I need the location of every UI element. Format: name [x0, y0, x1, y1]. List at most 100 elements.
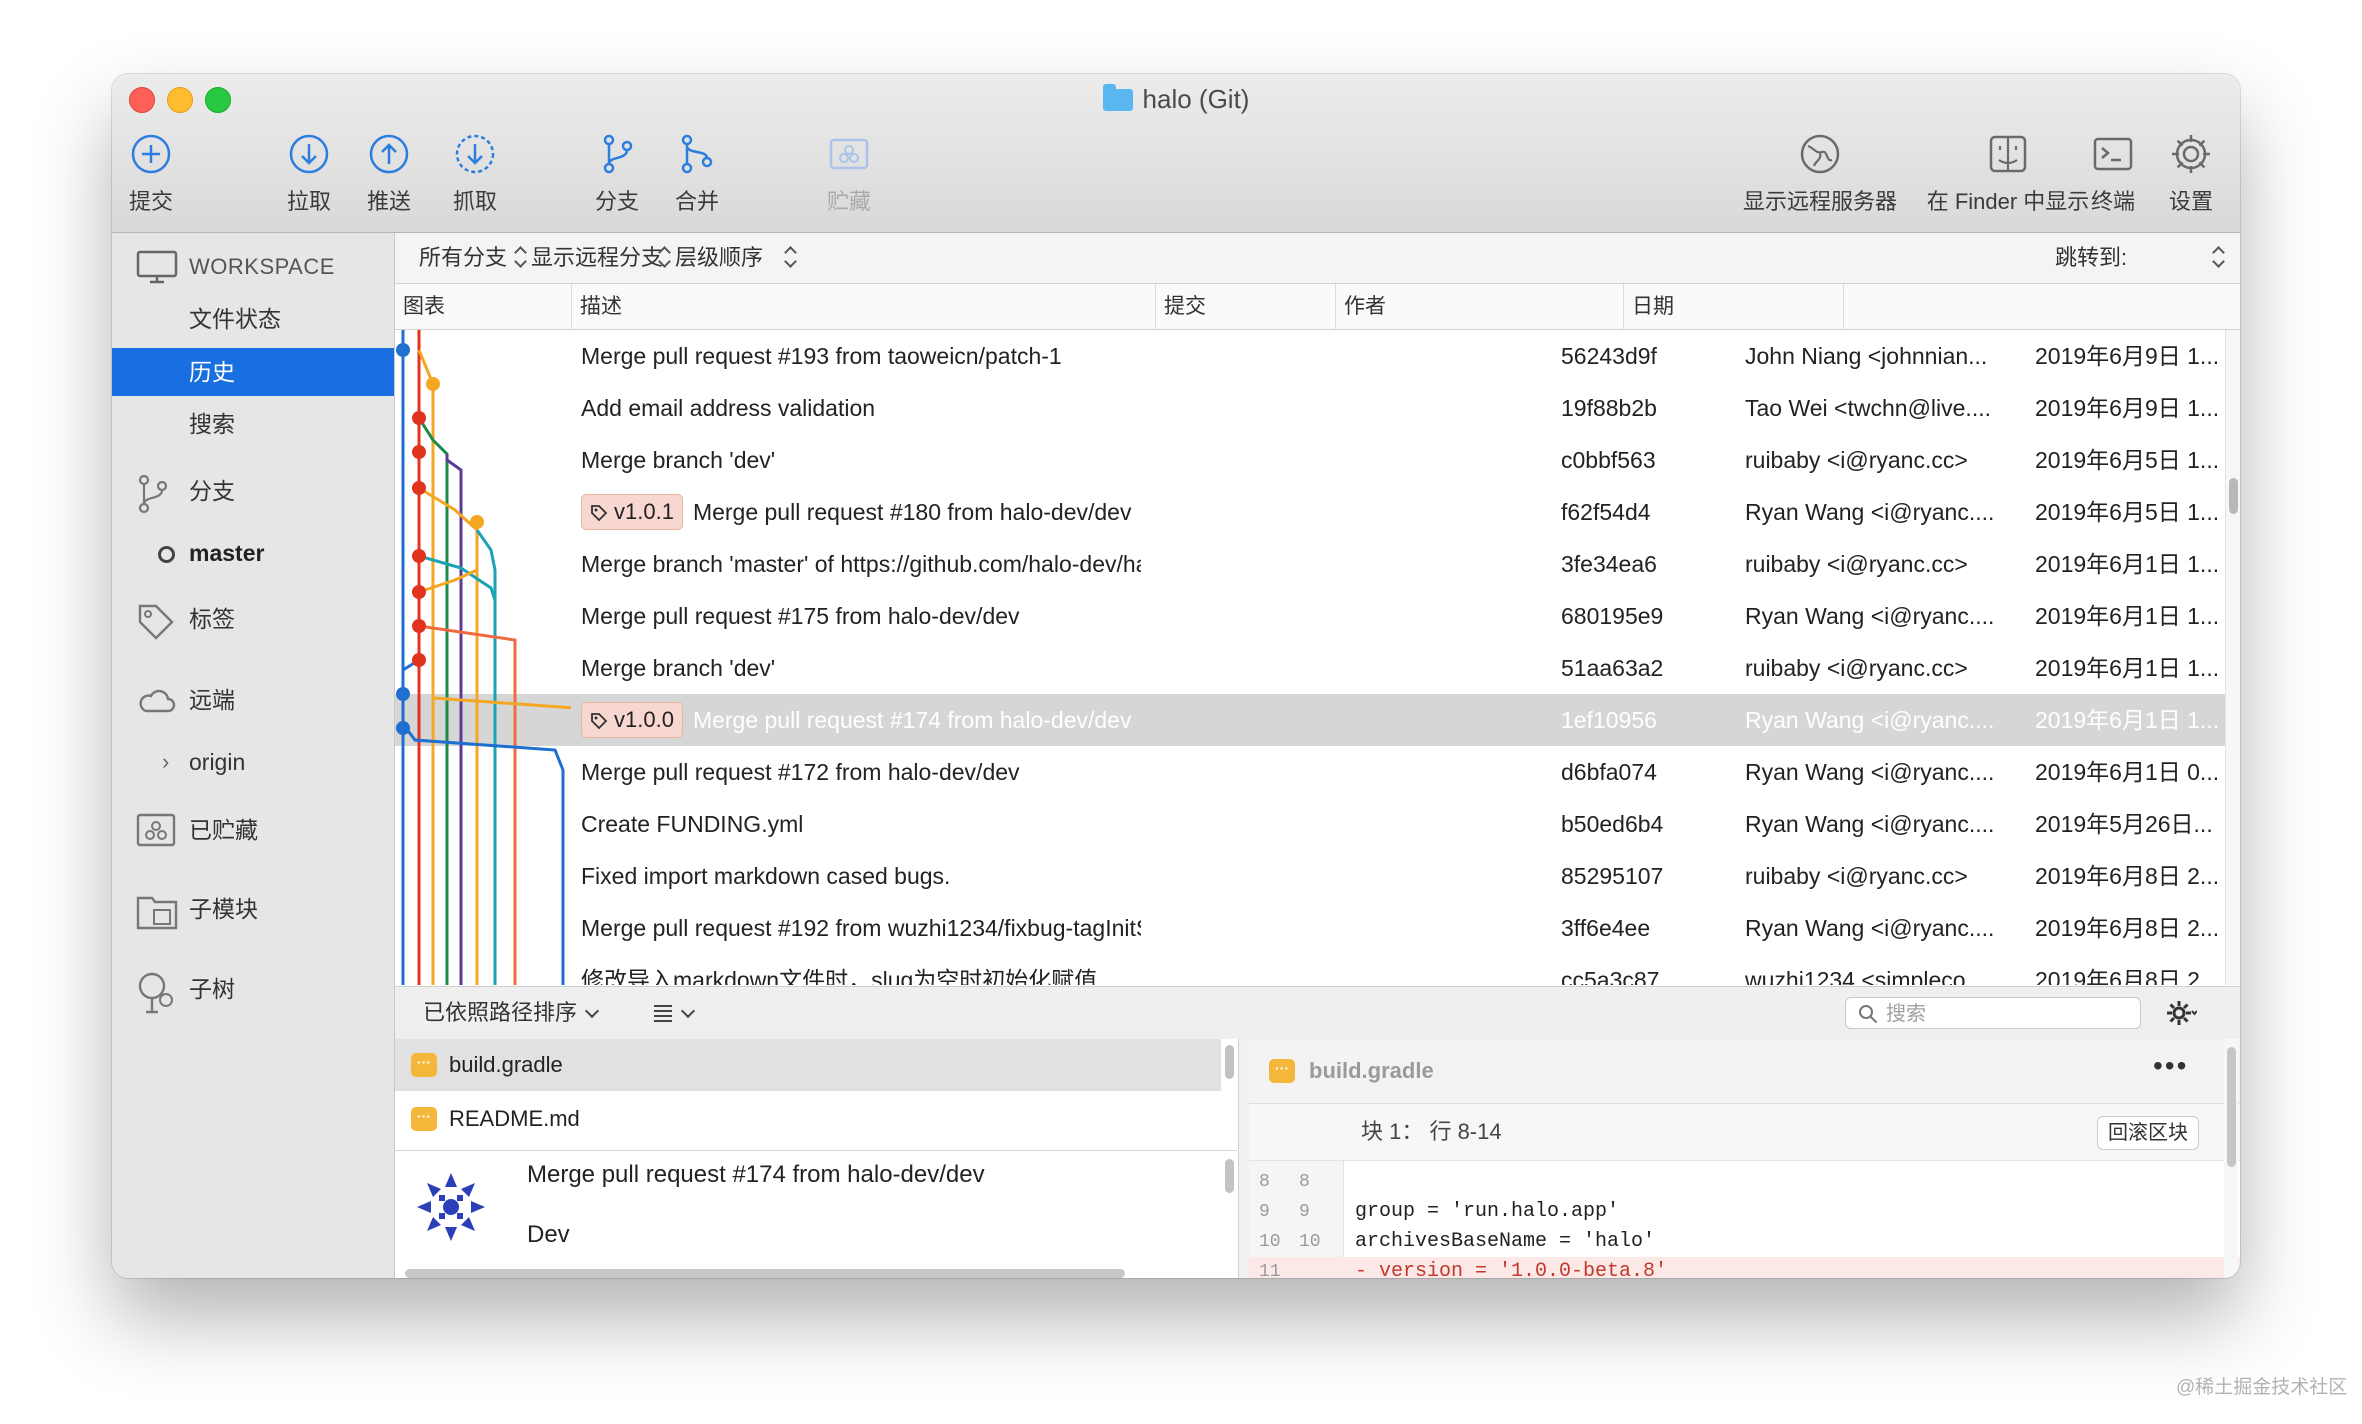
commit-author: Ryan Wang <i@ryanc.... [1745, 499, 1995, 525]
sidebar-item-history[interactable]: 历史 [112, 348, 394, 396]
file-options-menu[interactable] [2167, 999, 2198, 1032]
message-horizontal-scrollbar[interactable] [405, 1269, 1125, 1278]
remote-filter-chevron-icon[interactable] [659, 245, 671, 271]
sidebar-item-search[interactable]: 搜索 [112, 400, 394, 448]
commit-row[interactable]: Add email address validation 19f88b2b Tao … [395, 382, 2225, 434]
list-icon [654, 1005, 672, 1022]
commit-date: 2019年6月8日 2... [2035, 967, 2220, 985]
merge-icon [681, 134, 713, 174]
sidebar-subtrees-header[interactable]: 子树 [112, 965, 394, 1014]
commit-row[interactable]: Merge branch 'master' of https://github.… [395, 538, 2225, 590]
commit-row[interactable]: Merge pull request #172 from halo-dev/de… [395, 746, 2225, 798]
stash-icon [829, 138, 869, 170]
diff-line: 88 [1249, 1167, 2240, 1197]
commit-node [412, 585, 426, 599]
column-author[interactable]: 作者 [1335, 284, 1623, 329]
jump-to-select[interactable]: 跳转到: [2055, 233, 2127, 283]
commit-node [396, 721, 410, 735]
order-chevron-icon[interactable] [785, 245, 797, 271]
diff-panel: ··· build.gradle ••• 块 1： 行 8-14 回滚区块 88… [1249, 1039, 2240, 1278]
sidebar-tags-header[interactable]: 标签 [112, 595, 394, 643]
branch-button[interactable]: 分支 [572, 132, 662, 216]
commit-hash: d6bfa074 [1561, 759, 1657, 785]
commit-description: Merge pull request #175 from halo-dev/de… [581, 603, 1020, 629]
changed-files-panel: ··· build.gradle ··· README.md Merge pul… [395, 1039, 1301, 1278]
file-row-build-gradle[interactable]: ··· build.gradle [395, 1039, 1221, 1091]
file-search-input[interactable]: 搜索 [1845, 997, 2141, 1029]
commit-hash: 19f88b2b [1561, 395, 1657, 421]
commit-row[interactable]: Merge pull request #175 from halo-dev/de… [395, 590, 2225, 642]
tag-badge[interactable]: v1.0.1 [581, 493, 683, 530]
sidebar-remotes-header[interactable]: 远端 [112, 676, 394, 724]
order-select[interactable]: 层级顺序 [675, 233, 763, 283]
commit-date: 2019年6月9日 1... [2035, 395, 2220, 421]
commit-row[interactable]: Merge pull request #192 from wuzhi1234/f… [395, 902, 2225, 954]
column-date[interactable]: 日期 [1623, 284, 1843, 329]
sidebar-item-file-status[interactable]: 文件状态 [112, 295, 394, 343]
commit-row[interactable]: Merge branch 'dev' c0bbf563 ruibaby <i@rya… [395, 434, 2225, 486]
commit-row[interactable]: 修改导入markdown文件时，slug为空时初始化赋值 cc5a3c87 wuzh… [395, 954, 2225, 985]
subtree-icon [138, 972, 173, 1014]
commit-node [412, 481, 426, 495]
file-toolbar: 已依照路径排序 搜索 [395, 986, 2240, 1040]
commit-row[interactable]: Create FUNDING.yml b50ed6b4 Ryan Wang <i@r… [395, 798, 2225, 850]
commit-row[interactable]: Fixed import markdown cased bugs. 8529510… [395, 850, 2225, 902]
commit-row[interactable]: v1.0.1 Merge pull request #180 from halo-… [395, 486, 2225, 538]
commit-row[interactable]: Merge branch 'dev' 51aa63a2 ruibaby <i@rya… [395, 642, 2225, 694]
commit-row[interactable]: Merge pull request #193 from taoweicn/pa… [395, 330, 2225, 382]
commit-date: 2019年6月1日 0... [2035, 759, 2220, 785]
file-list-scrollbar[interactable] [1223, 1039, 1237, 1149]
file-list-scroll-thumb[interactable] [1225, 1045, 1234, 1079]
commit-hash: 51aa63a2 [1561, 655, 1664, 681]
sidebar-item-master[interactable]: master [112, 529, 394, 577]
tag-badge[interactable]: v1.0.0 [581, 701, 683, 738]
commit-list-scrollbar[interactable] [2225, 330, 2240, 985]
diff-scrollbar[interactable] [2224, 1039, 2238, 1278]
old-line-number: 10 [1259, 1232, 1281, 1252]
column-description[interactable]: 描述 [571, 284, 1155, 329]
sidebar-submodules-header[interactable]: 子模块 [112, 885, 394, 933]
pull-button[interactable]: 拉取 [264, 132, 354, 216]
column-commit[interactable]: 提交 [1155, 284, 1335, 329]
settings-button[interactable]: 设置 [2146, 132, 2236, 216]
code-text: archivesBaseName = 'halo' [1355, 1230, 1656, 1253]
stash-icon [136, 813, 176, 847]
fetch-button[interactable]: 抓取 [430, 132, 520, 216]
terminal-button[interactable]: 终端 [2068, 132, 2158, 216]
show-remote-button[interactable]: 显示远程服务器 [1730, 132, 1910, 216]
push-button[interactable]: 推送 [344, 132, 434, 216]
file-row-readme[interactable]: ··· README.md [395, 1093, 1221, 1145]
branch-filter-chevron-icon[interactable] [515, 245, 527, 271]
diff-scroll-thumb[interactable] [2227, 1047, 2236, 1167]
commit-hash: 3fe34ea6 [1561, 551, 1657, 577]
new-line-number: 10 [1299, 1232, 1321, 1252]
commit-node [412, 411, 426, 425]
commit-button[interactable]: 提交 [112, 132, 196, 216]
sidebar-stashes-header[interactable]: 已贮藏 [112, 806, 394, 854]
stash-button[interactable]: 贮藏 [804, 132, 894, 216]
commit-hash: b50ed6b4 [1561, 811, 1664, 837]
chevron-right-icon[interactable]: › [162, 738, 169, 786]
revert-hunk-button[interactable]: 回滚区块 [2097, 1116, 2199, 1150]
commit-list-scroll-thumb[interactable] [2229, 478, 2238, 514]
branch-icon [138, 474, 168, 514]
commit-row[interactable]: v1.0.0 Merge pull request #174 from halo-… [395, 694, 2225, 746]
gear-icon [2172, 135, 2210, 173]
modified-file-icon: ··· [411, 1107, 437, 1131]
jump-to-chevron-icon[interactable] [2213, 245, 2225, 271]
branch-filter-select[interactable]: 所有分支 [419, 233, 507, 283]
sidebar-branches-header[interactable]: 分支 [112, 467, 394, 515]
commit-author: Tao Wei <twchn@live.... [1745, 395, 1991, 421]
sidebar-item-origin[interactable]: › origin [112, 738, 394, 786]
commit-date: 2019年6月9日 1... [2035, 343, 2220, 369]
message-scroll-thumb[interactable] [1225, 1159, 1234, 1193]
column-graph[interactable]: 图表 [395, 284, 571, 329]
commit-description: 修改导入markdown文件时，slug为空时初始化赋值 [581, 967, 1098, 985]
list-view-menu[interactable] [653, 987, 696, 1039]
commit-date: 2019年6月5日 1... [2035, 447, 2220, 473]
terminal-icon [2093, 137, 2133, 171]
sort-by-path-menu[interactable]: 已依照路径排序 [423, 987, 600, 1039]
remote-filter-select[interactable]: 显示远程分支 [531, 233, 663, 283]
merge-button[interactable]: 合并 [652, 132, 742, 216]
more-actions-icon[interactable]: ••• [2153, 1052, 2188, 1080]
